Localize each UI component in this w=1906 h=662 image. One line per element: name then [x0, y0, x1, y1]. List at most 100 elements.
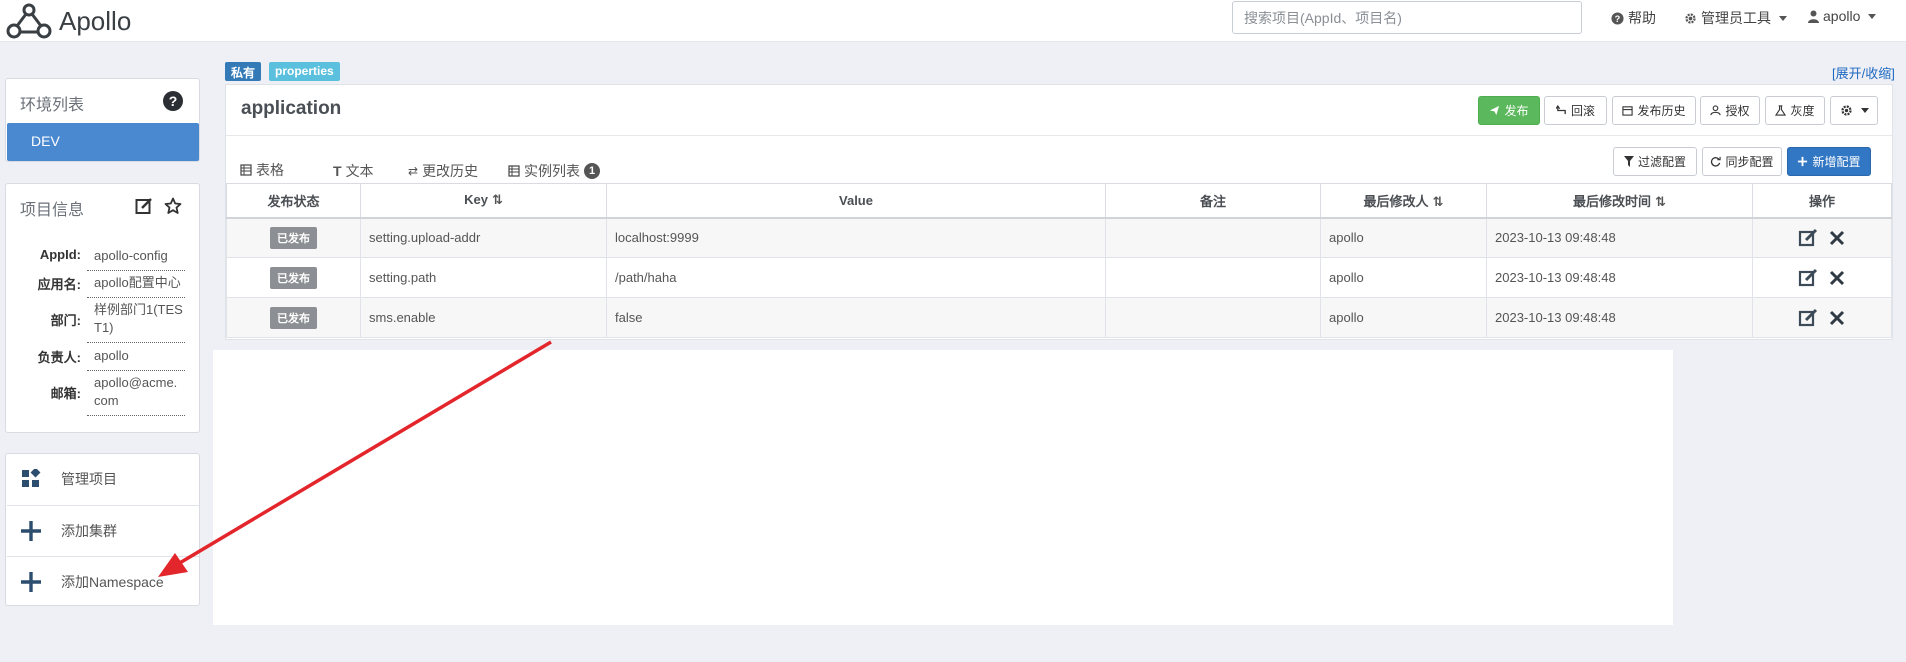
tab-table[interactable]: 表格 — [240, 157, 284, 185]
apollo-logo[interactable]: Apollo — [4, 2, 131, 40]
sync-config-label: 同步配置 — [1725, 155, 1774, 169]
edit-icon[interactable] — [1798, 308, 1818, 328]
comment-cell — [1105, 217, 1321, 258]
filter-config-label: 过滤配置 — [1637, 155, 1686, 169]
user-menu[interactable]: apollo — [1808, 8, 1877, 24]
publish-button[interactable]: 发布 — [1478, 96, 1540, 125]
refresh-icon — [1711, 156, 1722, 167]
column-header-key[interactable]: Key ⇅ — [360, 183, 607, 219]
edit-icon[interactable] — [135, 197, 153, 215]
value-cell: /path/haha — [606, 257, 1106, 298]
namespace-header-divider — [226, 135, 1892, 136]
tab-instance-list-label: 实例列表 — [524, 163, 580, 179]
env-list-panel: 环境列表 ? DEV — [5, 78, 200, 162]
actions-cell — [1752, 257, 1892, 298]
namespace-panel: application 发布 回滚 发布历史 授权 灰度 表格 T 文本 ⇄ 更… — [225, 84, 1893, 340]
table-header-row: 发布状态 Key ⇅ Value 备注 最后修改人 ⇅ 最后修改时间 ⇅ 操作 — [226, 183, 1892, 219]
comment-cell — [1105, 257, 1321, 298]
add-namespace-item[interactable]: 添加Namespace — [7, 556, 199, 606]
info-row-app-name: 应用名: apollo配置中心 — [16, 273, 198, 298]
modified-time-cell: 2023-10-13 09:48:48 — [1486, 297, 1753, 338]
header-label: 发布状态 — [267, 193, 320, 209]
send-icon — [1490, 105, 1500, 116]
main-content-area — [213, 350, 1673, 625]
help-link[interactable]: ? 帮助 — [1611, 8, 1656, 28]
edit-icon[interactable] — [1798, 268, 1818, 288]
manage-project-item[interactable]: 管理项目 — [7, 454, 199, 504]
question-circle-icon: ? — [1611, 11, 1624, 25]
manage-project-label: 管理项目 — [61, 471, 117, 487]
app-name: Apollo — [59, 5, 132, 36]
info-value: apollo配置中心 — [87, 273, 185, 298]
key-cell: setting.upload-addr — [360, 217, 607, 258]
add-cluster-item[interactable]: 添加集群 — [7, 505, 199, 555]
rollback-icon — [1555, 105, 1566, 115]
history-icon: ⇄ — [408, 164, 419, 178]
delete-icon[interactable] — [1828, 229, 1846, 247]
delete-icon[interactable] — [1828, 309, 1846, 327]
tab-change-history-label: 更改历史 — [422, 163, 479, 179]
status-cell: 已发布 — [226, 297, 361, 338]
info-row-department: 部门: 样例部门1(TEST1) — [16, 300, 198, 343]
plus-icon — [1798, 156, 1808, 167]
admin-tools-menu[interactable]: 管理员工具 — [1684, 8, 1787, 28]
tab-text-label: 文本 — [345, 163, 374, 179]
info-value: 样例部门1(TEST1) — [87, 300, 185, 343]
plus-icon — [20, 571, 42, 593]
help-label: 帮助 — [1628, 10, 1656, 26]
gray-release-button[interactable]: 灰度 — [1765, 96, 1825, 125]
search-input[interactable] — [1232, 1, 1582, 34]
status-badge: 已发布 — [270, 306, 317, 329]
tab-text[interactable]: T 文本 — [333, 157, 374, 185]
value-cell: false — [606, 297, 1106, 338]
apollo-logo-icon — [6, 3, 52, 39]
edit-icon[interactable] — [1798, 228, 1818, 248]
add-namespace-label: 添加Namespace — [61, 573, 164, 590]
admin-tools-label: 管理员工具 — [1701, 10, 1771, 26]
info-row-owner: 负责人: apollo — [16, 346, 198, 371]
column-header-comment: 备注 — [1105, 183, 1321, 219]
header-label: 最后修改时间 — [1573, 193, 1652, 209]
star-icon[interactable] — [164, 197, 182, 215]
list-icon — [508, 165, 520, 177]
sort-icon[interactable]: ⇅ — [1433, 194, 1444, 209]
delete-icon[interactable] — [1828, 269, 1846, 287]
actions-cell — [1752, 217, 1892, 258]
add-config-label: 新增配置 — [1812, 155, 1861, 169]
info-value: apollo — [87, 346, 185, 371]
publish-history-button[interactable]: 发布历史 — [1612, 96, 1696, 125]
sort-icon[interactable]: ⇅ — [492, 192, 503, 207]
authorize-button[interactable]: 授权 — [1700, 96, 1760, 125]
sync-config-button[interactable]: 同步配置 — [1702, 147, 1782, 176]
column-header-modifier[interactable]: 最后修改人 ⇅ — [1320, 183, 1487, 219]
column-header-modified-time[interactable]: 最后修改时间 ⇅ — [1486, 183, 1753, 219]
table-row: 已发布 sms.enable false apollo 2023-10-13 0… — [226, 297, 1892, 338]
add-cluster-label: 添加集群 — [61, 522, 117, 539]
status-badge: 已发布 — [270, 226, 317, 249]
actions-cell — [1752, 297, 1892, 338]
tab-change-history[interactable]: ⇄ 更改历史 — [408, 157, 478, 185]
info-row-email: 邮箱: apollo@acme.com — [16, 373, 198, 416]
column-header-value: Value — [606, 183, 1106, 219]
info-label: 负责人: — [37, 350, 81, 365]
comment-cell — [1105, 297, 1321, 338]
header-label: 最后修改人 — [1363, 193, 1429, 209]
rollback-label: 回滚 — [1570, 104, 1595, 118]
env-item-dev[interactable]: DEV — [7, 123, 199, 161]
key-cell: setting.path — [360, 257, 607, 298]
filter-icon — [1623, 156, 1634, 167]
text-icon: T — [333, 163, 342, 179]
expand-collapse-link[interactable]: [展开/收缩] — [1832, 63, 1895, 82]
info-value: apollo-config — [87, 246, 185, 271]
tab-instance-list[interactable]: 实例列表 1 — [508, 157, 600, 185]
help-icon[interactable]: ? — [163, 91, 183, 111]
filter-config-button[interactable]: 过滤配置 — [1613, 147, 1697, 176]
settings-dropdown-button[interactable] — [1830, 96, 1878, 125]
sort-icon[interactable]: ⇅ — [1655, 194, 1666, 209]
rollback-button[interactable]: 回滚 — [1544, 96, 1607, 125]
column-header-actions: 操作 — [1752, 183, 1892, 219]
add-config-button[interactable]: 新增配置 — [1787, 147, 1871, 176]
user-icon — [1710, 105, 1722, 116]
chevron-down-icon — [1868, 13, 1877, 19]
info-value: apollo@acme.com — [87, 373, 185, 416]
